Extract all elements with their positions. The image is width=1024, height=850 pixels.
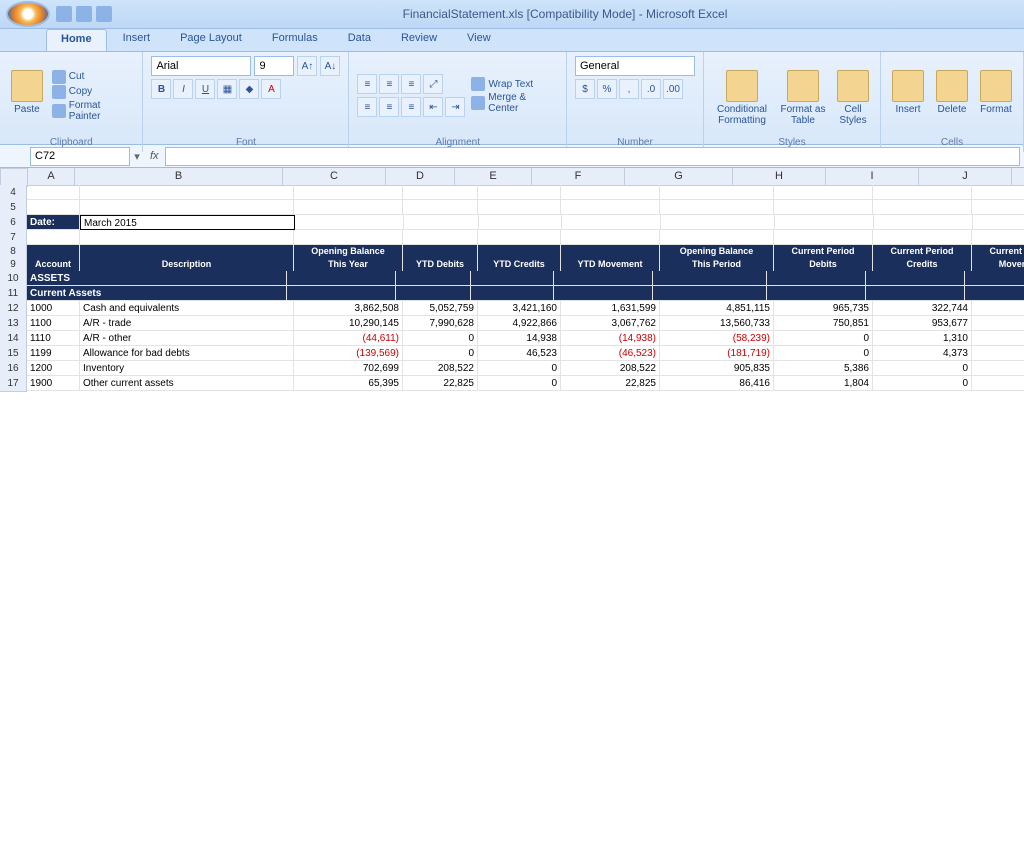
group-alignment: ≡≡≡ ⤢ ≡≡≡ ⇤⇥ Wrap Text Merge & Center Al…	[349, 52, 567, 152]
delete-icon	[936, 70, 968, 102]
align-left-button[interactable]: ≡	[357, 97, 377, 117]
group-number: General $ % , .0 .00 Number	[567, 52, 704, 152]
align-bottom-button[interactable]: ≡	[401, 74, 421, 94]
font-color-button[interactable]: A	[261, 79, 281, 99]
column-header[interactable]: A	[28, 168, 75, 186]
increase-decimal-button[interactable]: .0	[641, 79, 661, 99]
title-bar: FinancialStatement.xls [Compatibility Mo…	[0, 0, 1024, 29]
column-header-row: A B C D E F G H I J K	[0, 168, 1024, 185]
italic-button[interactable]: I	[173, 79, 193, 99]
group-cells: Insert Delete Format Cells	[881, 52, 1024, 152]
font-name-combo[interactable]: Arial	[151, 56, 251, 76]
column-header[interactable]: K	[1012, 168, 1024, 186]
number-format-combo[interactable]: General	[575, 56, 695, 76]
column-header[interactable]: I	[826, 168, 919, 186]
worksheet: A B C D E F G H I J K 456Date:March 2015…	[0, 168, 1024, 391]
save-icon[interactable]	[56, 6, 72, 22]
align-right-button[interactable]: ≡	[401, 97, 421, 117]
table-icon	[787, 70, 819, 102]
shrink-font-button[interactable]: A↓	[320, 56, 340, 76]
tab-view[interactable]: View	[453, 29, 505, 51]
brush-icon	[52, 104, 66, 118]
column-header[interactable]: J	[919, 168, 1012, 186]
name-box[interactable]: C72	[30, 147, 130, 166]
group-font: Arial 9 A↑ A↓ B I U ▦ ◆ A Font	[143, 52, 349, 152]
cut-button[interactable]: Cut	[52, 70, 135, 84]
group-clipboard: Paste Cut Copy Format Painter Clipboard	[0, 52, 143, 152]
group-styles: Conditional Formatting Format as Table C…	[704, 52, 881, 152]
tab-insert[interactable]: Insert	[109, 29, 165, 51]
format-painter-button[interactable]: Format Painter	[52, 100, 135, 122]
format-icon	[980, 70, 1012, 102]
border-button[interactable]: ▦	[217, 79, 237, 99]
fill-color-button[interactable]: ◆	[239, 79, 259, 99]
grid-body[interactable]: 456Date:March 2015788Opening BalanceOpen…	[0, 185, 1024, 391]
column-header[interactable]: D	[386, 168, 455, 186]
tab-home[interactable]: Home	[46, 29, 107, 51]
conditional-formatting-button[interactable]: Conditional Formatting	[712, 70, 772, 122]
currency-button[interactable]: $	[575, 79, 595, 99]
column-header[interactable]: H	[733, 168, 826, 186]
scissors-icon	[52, 70, 66, 84]
underline-button[interactable]: U	[195, 79, 215, 99]
align-top-button[interactable]: ≡	[357, 74, 377, 94]
column-header[interactable]: G	[625, 168, 733, 186]
office-button[interactable]	[6, 1, 50, 27]
column-header[interactable]: F	[532, 168, 625, 186]
delete-cells-button[interactable]: Delete	[933, 70, 971, 122]
cell-styles-button[interactable]: Cell Styles	[834, 70, 872, 122]
insert-icon	[892, 70, 924, 102]
fx-icon[interactable]: fx	[150, 150, 159, 162]
wrap-icon	[471, 77, 485, 91]
column-header[interactable]: E	[455, 168, 532, 186]
column-header[interactable]: C	[283, 168, 386, 186]
tab-review[interactable]: Review	[387, 29, 451, 51]
tab-page-layout[interactable]: Page Layout	[166, 29, 256, 51]
format-as-table-button[interactable]: Format as Table	[778, 70, 828, 122]
insert-cells-button[interactable]: Insert	[889, 70, 927, 122]
bold-button[interactable]: B	[151, 79, 171, 99]
ribbon-tabs: Home Insert Page Layout Formulas Data Re…	[0, 29, 1024, 52]
paste-icon	[11, 70, 43, 102]
ribbon: Paste Cut Copy Format Painter Clipboard …	[0, 52, 1024, 145]
tab-formulas[interactable]: Formulas	[258, 29, 332, 51]
align-middle-button[interactable]: ≡	[379, 74, 399, 94]
align-center-button[interactable]: ≡	[379, 97, 399, 117]
quick-access-toolbar	[56, 6, 112, 22]
comma-button[interactable]: ,	[619, 79, 639, 99]
merge-center-button[interactable]: Merge & Center	[471, 92, 558, 114]
formula-bar[interactable]	[165, 147, 1020, 166]
decrease-indent-button[interactable]: ⇤	[423, 97, 443, 117]
cf-icon	[726, 70, 758, 102]
merge-icon	[471, 96, 485, 110]
column-header[interactable]: B	[75, 168, 283, 186]
format-cells-button[interactable]: Format	[977, 70, 1015, 122]
percent-button[interactable]: %	[597, 79, 617, 99]
increase-indent-button[interactable]: ⇥	[445, 97, 465, 117]
wrap-text-button[interactable]: Wrap Text	[471, 77, 558, 91]
decrease-decimal-button[interactable]: .00	[663, 79, 683, 99]
styles-icon	[837, 70, 869, 102]
tab-data[interactable]: Data	[334, 29, 385, 51]
copy-icon	[52, 85, 66, 99]
grow-font-button[interactable]: A↑	[297, 56, 317, 76]
undo-icon[interactable]	[76, 6, 92, 22]
paste-button[interactable]: Paste	[8, 70, 46, 122]
window-title: FinancialStatement.xls [Compatibility Mo…	[112, 7, 1018, 21]
font-size-combo[interactable]: 9	[254, 56, 294, 76]
redo-icon[interactable]	[96, 6, 112, 22]
orientation-button[interactable]: ⤢	[423, 74, 443, 94]
namebox-dropdown-icon[interactable]: ▾	[130, 150, 144, 163]
copy-button[interactable]: Copy	[52, 85, 135, 99]
